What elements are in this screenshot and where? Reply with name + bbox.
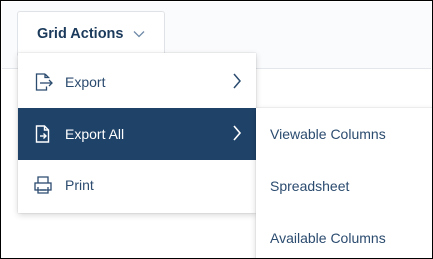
menu-item-export[interactable]: Export — [18, 56, 256, 108]
menu-item-export-all-label: Export All — [65, 126, 125, 142]
grid-actions-menu: Export Export All Print — [18, 53, 256, 213]
grid-actions-window: Grid Actions Export Export All Print Vie… — [0, 0, 433, 259]
menu-item-print-label: Print — [65, 177, 94, 193]
export-icon — [32, 71, 54, 93]
menu-item-export-all[interactable]: Export All — [18, 108, 256, 160]
printer-icon — [32, 174, 54, 196]
export-all-submenu: Viewable Columns Spreadsheet Available C… — [256, 108, 432, 258]
export-all-icon — [32, 123, 54, 145]
chevron-down-icon — [133, 30, 145, 38]
menu-item-export-label: Export — [65, 74, 106, 90]
grid-actions-label: Grid Actions — [37, 26, 124, 42]
submenu-item-available-columns[interactable]: Available Columns — [256, 212, 432, 258]
submenu-item-viewable-columns[interactable]: Viewable Columns — [256, 108, 432, 160]
submenu-item-spreadsheet[interactable]: Spreadsheet — [256, 160, 432, 212]
chevron-right-icon — [232, 72, 242, 90]
chevron-right-icon — [232, 124, 242, 142]
grid-actions-button[interactable]: Grid Actions — [17, 11, 165, 57]
menu-item-print[interactable]: Print — [18, 159, 256, 211]
